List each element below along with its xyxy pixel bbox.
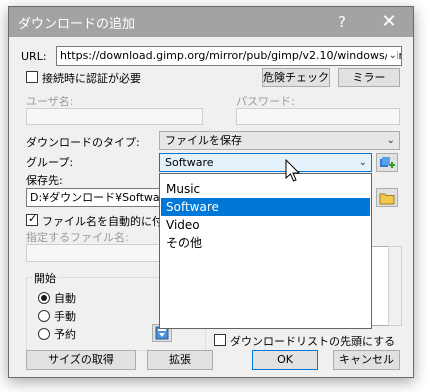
group-option-video[interactable]: Video bbox=[161, 216, 370, 234]
url-value: https://download.gimp.org/mirror/pub/gim… bbox=[60, 49, 401, 62]
check-icon: ✓ bbox=[28, 212, 38, 225]
start-schedule-radio[interactable] bbox=[38, 328, 50, 340]
ok-button[interactable]: OK bbox=[252, 350, 318, 370]
chevron-down-icon[interactable]: ⌄ bbox=[386, 47, 397, 65]
danger-check-button[interactable]: 危険チェック bbox=[262, 68, 330, 87]
password-input[interactable] bbox=[236, 108, 400, 125]
auth-checkbox[interactable] bbox=[26, 71, 38, 83]
folder-icon bbox=[379, 193, 395, 205]
cancel-button[interactable]: キャンセル bbox=[333, 350, 400, 370]
download-type-label: ダウンロードのタイプ: bbox=[26, 136, 140, 149]
chevron-down-icon: ⌄ bbox=[386, 135, 395, 146]
add-group-button[interactable] bbox=[376, 153, 398, 172]
expand-button[interactable]: 拡張 bbox=[147, 350, 213, 370]
start-schedule-label: 予約 bbox=[54, 328, 76, 341]
help-button[interactable]: ? bbox=[331, 11, 353, 33]
auto-name-checkbox[interactable]: ✓ bbox=[26, 212, 38, 226]
group-dropdown-list: Music Software Video その他 bbox=[159, 173, 372, 329]
group-label: グループ: bbox=[26, 156, 74, 169]
group-option-other[interactable]: その他 bbox=[161, 234, 370, 252]
list-top-label: ダウンロードリストの先頭にする bbox=[230, 335, 396, 348]
save-to-input[interactable]: D:¥ダウンロード¥Software¥ bbox=[26, 188, 166, 207]
start-auto-label: 自動 bbox=[54, 292, 76, 305]
start-auto-radio[interactable] bbox=[38, 292, 50, 304]
group-option-software[interactable]: Software bbox=[161, 198, 370, 216]
start-label: 開始 bbox=[32, 270, 58, 286]
get-size-button[interactable]: サイズの取得 bbox=[26, 350, 136, 370]
username-input[interactable] bbox=[26, 108, 203, 125]
add-group-icon bbox=[380, 157, 395, 168]
download-type-select[interactable]: ファイルを保存 ⌄ bbox=[159, 131, 400, 150]
url-label: URL: bbox=[21, 50, 47, 63]
close-button[interactable]: ✕ bbox=[377, 10, 401, 34]
title-bar: ダウンロードの追加 ? ✕ bbox=[9, 7, 413, 37]
filename-label: 指定するファイル名: bbox=[26, 231, 129, 244]
auth-label: 接続時に認証が必要 bbox=[42, 72, 141, 85]
add-download-dialog: ダウンロードの追加 ? ✕ URL: https://download.gimp… bbox=[8, 6, 414, 378]
start-manual-radio[interactable] bbox=[38, 310, 50, 322]
username-label: ユーザ名: bbox=[26, 95, 74, 108]
browse-folder-button[interactable] bbox=[376, 188, 398, 207]
window-title: ダウンロードの追加 bbox=[18, 17, 136, 32]
password-label: パスワード: bbox=[236, 95, 295, 108]
url-input[interactable]: https://download.gimp.org/mirror/pub/gim… bbox=[56, 46, 402, 66]
mirror-button[interactable]: ミラー bbox=[338, 68, 400, 87]
save-to-value: D:¥ダウンロード¥Software¥ bbox=[30, 191, 166, 204]
filename-input[interactable] bbox=[26, 244, 166, 262]
group-option-music[interactable]: Music bbox=[161, 180, 370, 198]
download-type-value: ファイルを保存 bbox=[165, 134, 242, 147]
group-select[interactable]: Software ⌄ bbox=[159, 153, 372, 172]
start-manual-label: 手動 bbox=[54, 310, 76, 323]
chevron-down-icon: ⌄ bbox=[358, 157, 367, 168]
scrollbar[interactable] bbox=[388, 246, 402, 326]
list-top-checkbox[interactable] bbox=[214, 334, 226, 346]
save-to-label: 保存先: bbox=[26, 174, 63, 187]
mouse-cursor-icon bbox=[285, 159, 301, 182]
group-value: Software bbox=[165, 156, 214, 169]
